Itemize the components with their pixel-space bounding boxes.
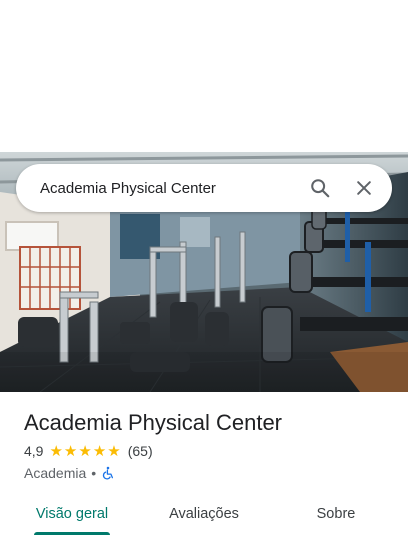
tab-overview[interactable]: Visão geral (24, 494, 120, 534)
rating-value: 4,9 (24, 443, 44, 459)
star-icon: ★ (78, 442, 92, 460)
star-rating: ★ ★ ★ ★ ★ (49, 444, 121, 459)
wheelchair-icon[interactable] (101, 466, 115, 480)
active-tab-indicator (34, 532, 110, 535)
star-icon: ★ (49, 442, 63, 460)
review-count[interactable]: (65) (128, 443, 153, 459)
place-title: Academia Physical Center (24, 410, 283, 435)
search-icon (311, 179, 330, 198)
place-tabs: Visão geral Avaliações Sobre (0, 494, 408, 544)
place-category[interactable]: Academia (24, 465, 86, 481)
search-button[interactable] (298, 166, 342, 210)
search-bar[interactable]: Academia Physical Center (16, 164, 392, 212)
star-icon: ★ (63, 442, 78, 460)
star-icon: ★ (107, 442, 121, 460)
place-info: Academia Physical Center 4,9 ★ ★ ★ ★ ★ (… (24, 408, 394, 482)
rating-row[interactable]: 4,9 ★ ★ ★ ★ ★ (65) (24, 442, 394, 460)
category-row: Academia • (24, 464, 394, 482)
map-area-blank (0, 0, 408, 152)
star-icon: ★ (92, 442, 107, 460)
close-button[interactable] (342, 166, 386, 210)
separator-dot: • (91, 465, 97, 481)
close-icon (357, 181, 371, 195)
tab-reviews[interactable]: Avaliações (152, 494, 256, 534)
search-input[interactable]: Academia Physical Center (16, 180, 298, 197)
tab-about[interactable]: Sobre (296, 494, 376, 534)
